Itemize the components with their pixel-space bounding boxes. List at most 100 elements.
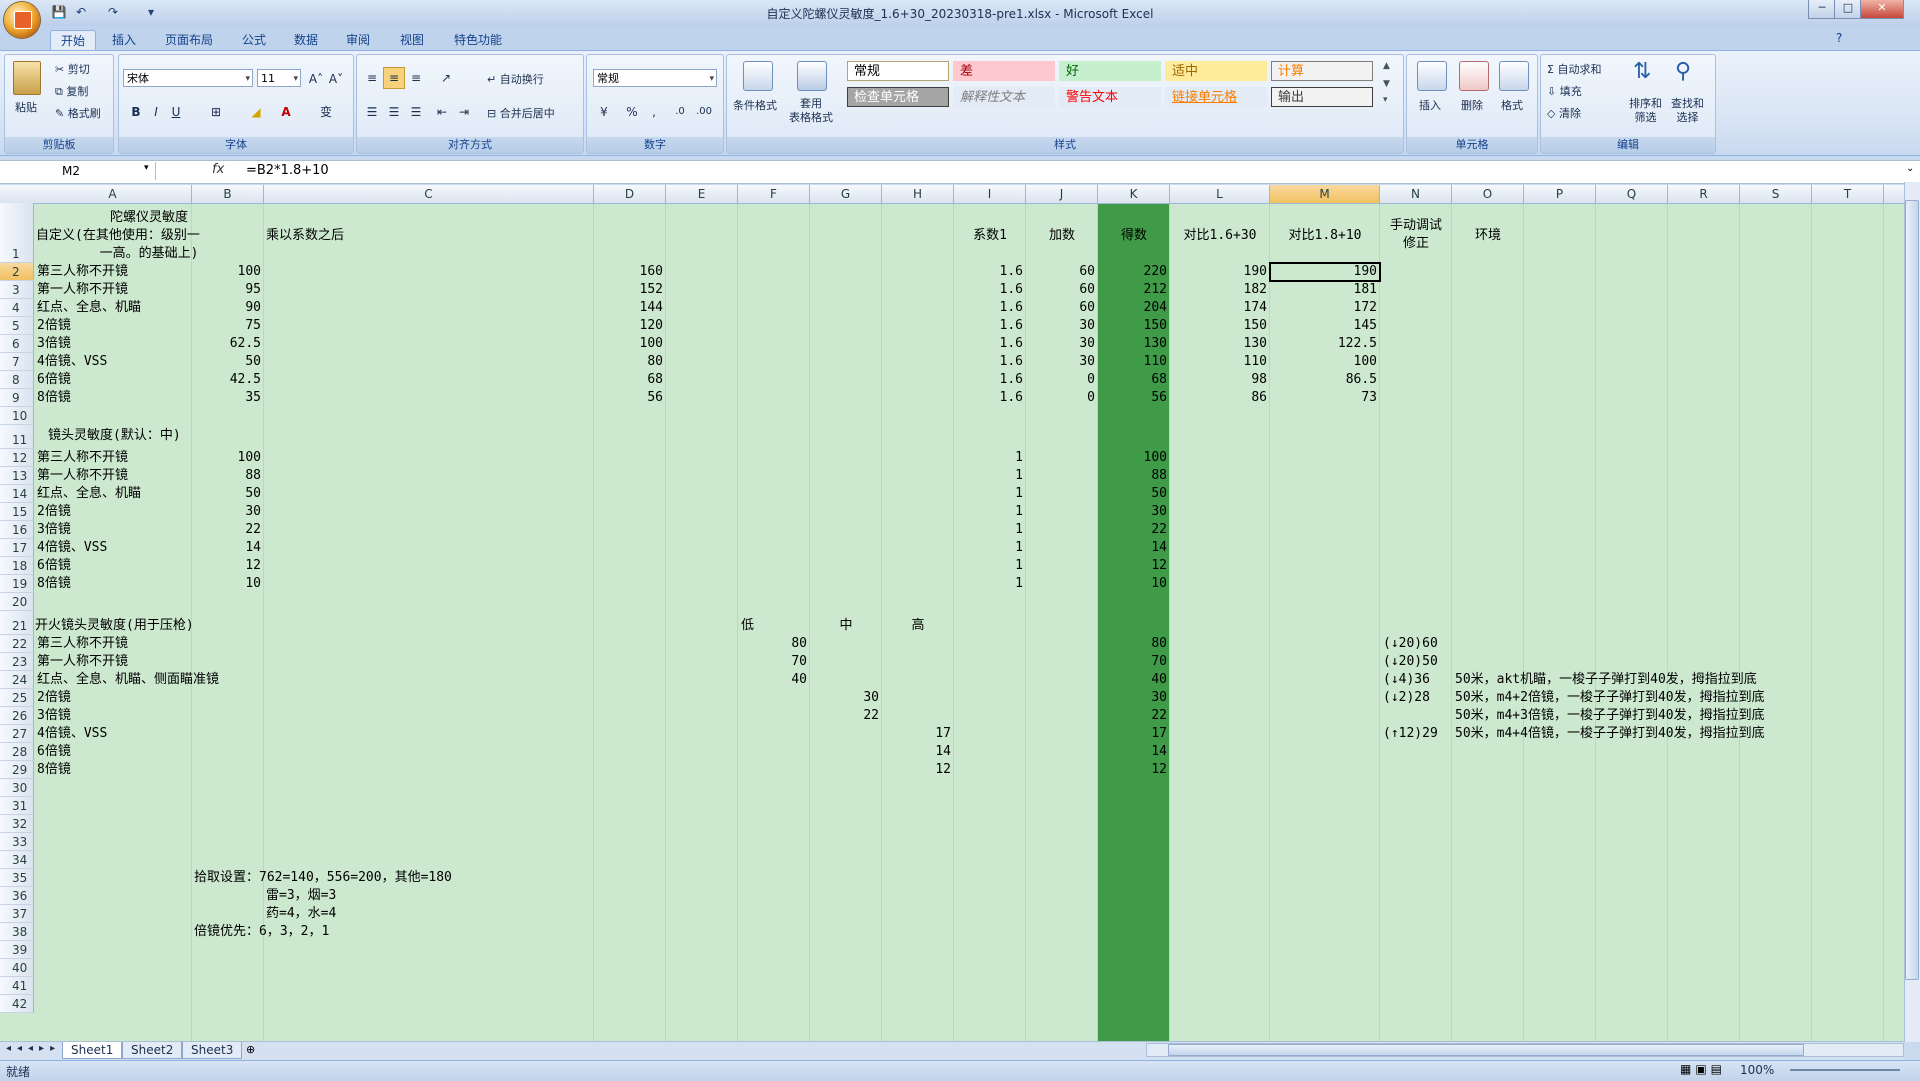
cell-i3[interactable]: 1.6 — [957, 281, 1023, 299]
align-right-icon[interactable]: ☰ — [405, 101, 427, 123]
name-box-dropdown-icon[interactable]: ▾ — [144, 163, 149, 173]
header-m1[interactable]: 对比1.8+10 — [1272, 227, 1378, 245]
shrink-font-button[interactable]: A˅ — [325, 68, 347, 90]
cell-i2[interactable]: 1.6 — [957, 263, 1023, 281]
cell-i9[interactable]: 1.6 — [957, 389, 1023, 407]
cell-k29[interactable]: 12 — [1101, 761, 1167, 779]
header-n1-line2[interactable]: 修正 — [1382, 235, 1450, 253]
row-header-9[interactable]: 9 — [0, 389, 34, 407]
column-header-l[interactable]: L — [1170, 185, 1270, 203]
row-header-21[interactable]: 21 — [0, 611, 34, 635]
column-header-p[interactable]: P — [1524, 185, 1596, 203]
cell-a26[interactable]: 3倍镜 — [37, 707, 71, 725]
cell-i14[interactable]: 1 — [957, 485, 1023, 503]
block2-title[interactable]: 镜头灵敏度(默认：中) — [48, 427, 181, 445]
cell-style-6[interactable]: 检查单元格 — [847, 87, 949, 107]
row-header-41[interactable]: 41 — [0, 977, 34, 995]
tab-page-layout[interactable]: 页面布局 — [155, 30, 223, 50]
cell-b19[interactable]: 10 — [195, 575, 261, 593]
align-middle-icon[interactable]: ≡ — [383, 67, 405, 89]
decrease-indent-icon[interactable]: ⇤ — [431, 101, 453, 123]
cell-b17[interactable]: 14 — [195, 539, 261, 557]
cell-h29[interactable]: 12 — [885, 761, 951, 779]
cell-m8[interactable]: 86.5 — [1273, 371, 1377, 389]
cell-b2[interactable]: 100 — [195, 263, 261, 281]
cell-k9[interactable]: 56 — [1101, 389, 1167, 407]
font-color-button[interactable]: A — [275, 101, 297, 123]
header-c1[interactable]: 乘以系数之后 — [266, 227, 592, 245]
column-header-q[interactable]: Q — [1596, 185, 1668, 203]
cell-b9[interactable]: 35 — [195, 389, 261, 407]
gallery-scroll-down-icon[interactable]: ▼ — [1383, 79, 1390, 89]
column-header-h[interactable]: H — [882, 185, 954, 203]
row-header-17[interactable]: 17 — [0, 539, 34, 557]
underline-button[interactable]: U — [165, 101, 187, 123]
column-header-a[interactable]: A — [34, 185, 192, 203]
cell-b6[interactable]: 62.5 — [195, 335, 261, 353]
maximize-button[interactable]: □ — [1834, 0, 1862, 19]
cell-i18[interactable]: 1 — [957, 557, 1023, 575]
copy-button[interactable]: ⧉ 复制 — [55, 83, 88, 99]
vertical-scroll-thumb[interactable] — [1905, 200, 1919, 980]
header-i1[interactable]: 系数1 — [956, 227, 1024, 245]
cell-k16[interactable]: 22 — [1101, 521, 1167, 539]
cell-j6[interactable]: 30 — [1029, 335, 1095, 353]
font-size-combo[interactable]: 11 — [257, 69, 301, 88]
block3-title[interactable]: 开火镜头灵敏度(用于压枪) — [35, 617, 194, 635]
cell-a27[interactable]: 4倍镜、VSS — [37, 725, 107, 743]
row-header-32[interactable]: 32 — [0, 815, 34, 833]
cell-i13[interactable]: 1 — [957, 467, 1023, 485]
note-2[interactable]: 雷=3，烟=3 — [266, 887, 336, 905]
row-header-16[interactable]: 16 — [0, 521, 34, 539]
column-header-u[interactable]: U — [1884, 185, 1904, 203]
cell-j9[interactable]: 0 — [1029, 389, 1095, 407]
row-header-22[interactable]: 22 — [0, 635, 34, 653]
cell-b15[interactable]: 30 — [195, 503, 261, 521]
italic-button[interactable]: I — [145, 101, 167, 123]
cell-o24[interactable]: 50米，akt机瞄，一梭子子弹打到40发，拇指拉到底 — [1455, 671, 1757, 689]
worksheet-grid[interactable]: ABCDEFGHIJKLMNOPQRSTU 123456789101112131… — [0, 185, 1904, 1041]
delete-button[interactable]: 删除 — [1461, 97, 1483, 113]
insert-button[interactable]: 插入 — [1419, 97, 1441, 113]
cell-f23[interactable]: 70 — [741, 653, 807, 671]
header-n1-line1[interactable]: 手动调试 — [1382, 217, 1450, 235]
row-header-36[interactable]: 36 — [0, 887, 34, 905]
cell-l6[interactable]: 130 — [1173, 335, 1267, 353]
cell-b12[interactable]: 100 — [195, 449, 261, 467]
tab-insert[interactable]: 插入 — [102, 30, 146, 50]
cell-c5[interactable]: 120 — [267, 317, 663, 335]
column-header-g[interactable]: G — [810, 185, 882, 203]
cell-k15[interactable]: 30 — [1101, 503, 1167, 521]
row-header-42[interactable]: 42 — [0, 995, 34, 1013]
cell-b18[interactable]: 12 — [195, 557, 261, 575]
cell-m7[interactable]: 100 — [1273, 353, 1377, 371]
cell-c9[interactable]: 56 — [267, 389, 663, 407]
cell-j2[interactable]: 60 — [1029, 263, 1095, 281]
sort-filter-button[interactable]: 排序和 筛选 — [1629, 97, 1662, 125]
cell-c4[interactable]: 144 — [267, 299, 663, 317]
cell-n22[interactable]: (↓20)60 — [1383, 635, 1438, 653]
cell-k26[interactable]: 22 — [1101, 707, 1167, 725]
align-center-icon[interactable]: ☰ — [383, 101, 405, 123]
cell-style-10[interactable]: 输出 — [1271, 87, 1373, 107]
cell-o27[interactable]: 50米，m4+4倍镜，一梭子子弹打到40发，拇指拉到底 — [1455, 725, 1765, 743]
cell-i5[interactable]: 1.6 — [957, 317, 1023, 335]
cell-style-3[interactable]: 好 — [1059, 61, 1161, 81]
cell-n27[interactable]: (↑12)29 — [1383, 725, 1438, 743]
cell-k3[interactable]: 212 — [1101, 281, 1167, 299]
cell-a23[interactable]: 第一人称不开镜 — [37, 653, 128, 671]
cell-k28[interactable]: 14 — [1101, 743, 1167, 761]
column-header-c[interactable]: C — [264, 185, 594, 203]
comma-button[interactable]: , — [643, 101, 665, 123]
cell-k23[interactable]: 70 — [1101, 653, 1167, 671]
header-o1[interactable]: 环境 — [1454, 227, 1522, 245]
insert-function-icon[interactable]: fx — [212, 162, 224, 177]
tab-data[interactable]: 数据 — [284, 30, 328, 50]
cell-i4[interactable]: 1.6 — [957, 299, 1023, 317]
row-header-7[interactable]: 7 — [0, 353, 34, 371]
horizontal-scroll-thumb[interactable] — [1168, 1044, 1804, 1056]
row-header-38[interactable]: 38 — [0, 923, 34, 941]
format-button[interactable]: 格式 — [1501, 97, 1523, 113]
paste-button[interactable]: 粘贴 — [15, 99, 37, 115]
sheet-nav-icon[interactable]: ◂◂◂▸▸ — [6, 1043, 61, 1054]
